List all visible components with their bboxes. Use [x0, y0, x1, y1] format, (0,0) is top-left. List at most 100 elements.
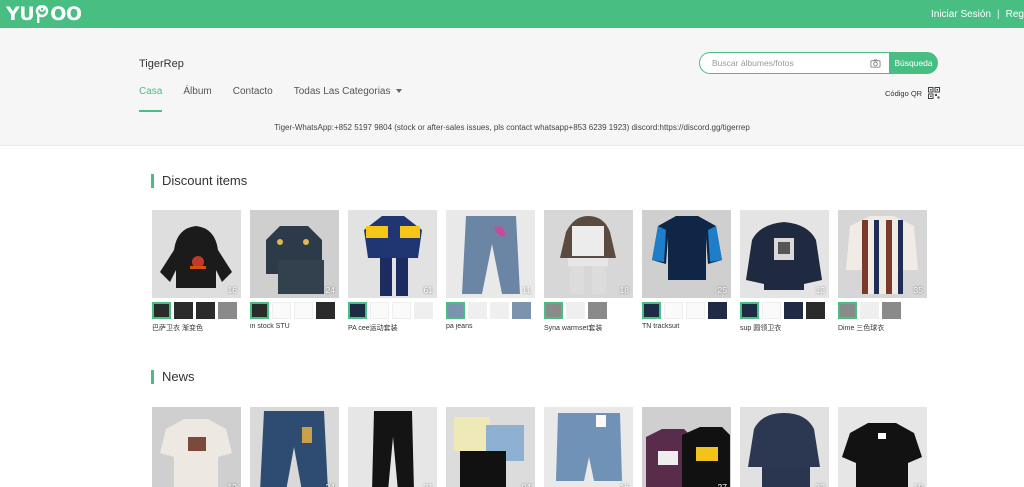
album-title[interactable]: pa jeans — [446, 323, 535, 330]
thumbnail[interactable] — [860, 302, 879, 319]
nav-album[interactable]: Álbum — [183, 86, 211, 110]
album-cover-image[interactable]: 18 — [544, 210, 633, 298]
thumbnail[interactable] — [196, 302, 215, 319]
nav-home[interactable]: Casa — [139, 86, 163, 112]
album-card[interactable]: 16 — [544, 407, 633, 487]
thumbnail[interactable] — [392, 302, 411, 319]
album-cover-image[interactable]: 16 — [152, 210, 241, 298]
album-card[interactable]: 21 — [348, 407, 437, 487]
thumbnail-strip — [642, 302, 731, 319]
album-card[interactable]: 12 sup 圆领卫衣 — [740, 210, 829, 333]
thumbnail[interactable] — [490, 302, 509, 319]
album-cover-image[interactable]: 61 — [348, 210, 437, 298]
thumbnail[interactable] — [348, 302, 367, 319]
thumbnail[interactable] — [468, 302, 487, 319]
thumbnail[interactable] — [784, 302, 803, 319]
album-card[interactable]: 24 in stock STU — [250, 210, 339, 333]
photo-count: 21 — [423, 482, 433, 487]
thumbnail[interactable] — [512, 302, 531, 319]
album-cover-image[interactable]: 24 — [250, 407, 339, 487]
section-title-discount: Discount items — [151, 174, 247, 188]
login-link[interactable]: Iniciar Sesión — [931, 9, 991, 20]
album-cover-image[interactable]: 11 — [446, 210, 535, 298]
qr-code-button[interactable]: Código QR — [885, 87, 941, 99]
store-name[interactable]: TigerRep — [139, 58, 184, 70]
search-input[interactable] — [712, 58, 862, 68]
thumbnail[interactable] — [566, 302, 585, 319]
album-cover-image[interactable]: 32 — [740, 407, 829, 487]
nav-album-label: Álbum — [183, 86, 212, 97]
yupoo-logo[interactable]: YU OO — [6, 2, 82, 26]
thumbnail[interactable] — [762, 302, 781, 319]
album-cover-image[interactable]: 12 — [152, 407, 241, 487]
album-cover-image[interactable]: 12 — [740, 210, 829, 298]
album-title[interactable]: 巴萨卫衣 渐变色 — [152, 323, 241, 333]
album-card[interactable]: 19 — [838, 407, 927, 487]
search-input-wrap — [699, 52, 889, 74]
thumbnail[interactable] — [740, 302, 759, 319]
album-cover-image[interactable]: 21 — [348, 407, 437, 487]
album-card[interactable]: 35 Dime 三色球衣 — [838, 210, 927, 333]
thumbnail[interactable] — [294, 302, 313, 319]
thumbnail[interactable] — [882, 302, 901, 319]
thumbnail[interactable] — [642, 302, 661, 319]
thumbnail[interactable] — [250, 302, 269, 319]
album-card[interactable]: 27 — [642, 407, 731, 487]
photo-count: 12 — [815, 285, 825, 295]
thumbnail[interactable] — [370, 302, 389, 319]
thumbnail[interactable] — [544, 302, 563, 319]
album-card[interactable]: 32 — [740, 407, 829, 487]
album-card[interactable]: 11 pa jeans — [446, 210, 535, 333]
camera-icon[interactable] — [870, 58, 881, 69]
photo-count: 32 — [815, 482, 825, 487]
thumbnail[interactable] — [174, 302, 193, 319]
album-cover-image[interactable]: 04 — [446, 407, 535, 487]
album-cover-image[interactable]: 16 — [544, 407, 633, 487]
photo-count: 12 — [227, 482, 237, 487]
logo-text-left: YU — [6, 3, 35, 25]
album-cover-image[interactable]: 24 — [250, 210, 339, 298]
album-card[interactable]: 12 — [152, 407, 241, 487]
album-card[interactable]: 61 PA cee运动套装 — [348, 210, 437, 333]
photo-count: 24 — [325, 285, 335, 295]
album-card[interactable]: 25 TN tracksuit — [642, 210, 731, 333]
photo-count: 24 — [325, 482, 335, 487]
thumbnail[interactable] — [686, 302, 705, 319]
album-cover-image[interactable]: 35 — [838, 210, 927, 298]
logo-swirl-icon — [35, 5, 49, 23]
thumbnail[interactable] — [414, 302, 433, 319]
thumbnail-strip — [544, 302, 633, 319]
album-title[interactable]: Dime 三色球衣 — [838, 323, 927, 333]
album-cover-image[interactable]: 27 — [642, 407, 731, 487]
album-card[interactable]: 16 巴萨卫衣 渐变色 — [152, 210, 241, 333]
thumbnail[interactable] — [446, 302, 465, 319]
album-card[interactable]: 24 — [250, 407, 339, 487]
nav-categories-label: Todas Las Categorias — [293, 86, 391, 97]
album-title[interactable]: PA cee运动套装 — [348, 323, 437, 333]
store-nav: Casa Álbum Contacto Todas Las Categorias — [139, 86, 423, 112]
register-link[interactable]: Reg — [1006, 9, 1024, 20]
thumbnail[interactable] — [152, 302, 171, 319]
thumbnail[interactable] — [218, 302, 237, 319]
nav-contact[interactable]: Contacto — [233, 86, 273, 110]
search-button[interactable]: Búsqueda — [889, 52, 938, 74]
photo-count: 35 — [913, 285, 923, 295]
thumbnail[interactable] — [708, 302, 727, 319]
thumbnail[interactable] — [588, 302, 607, 319]
thumbnail[interactable] — [316, 302, 335, 319]
thumbnail[interactable] — [806, 302, 825, 319]
photo-count: 18 — [619, 285, 629, 295]
thumbnail[interactable] — [664, 302, 683, 319]
album-card[interactable]: 04 — [446, 407, 535, 487]
nav-all-categories[interactable]: Todas Las Categorias — [294, 86, 403, 110]
album-title[interactable]: sup 圆领卫衣 — [740, 323, 829, 333]
album-card[interactable]: 18 Syna warmset套装 — [544, 210, 633, 333]
photo-count: 16 — [227, 285, 237, 295]
album-title[interactable]: in stock STU — [250, 323, 339, 330]
album-title[interactable]: TN tracksuit — [642, 323, 731, 330]
album-cover-image[interactable]: 25 — [642, 210, 731, 298]
thumbnail[interactable] — [838, 302, 857, 319]
album-title[interactable]: Syna warmset套装 — [544, 323, 633, 333]
album-cover-image[interactable]: 19 — [838, 407, 927, 487]
thumbnail[interactable] — [272, 302, 291, 319]
